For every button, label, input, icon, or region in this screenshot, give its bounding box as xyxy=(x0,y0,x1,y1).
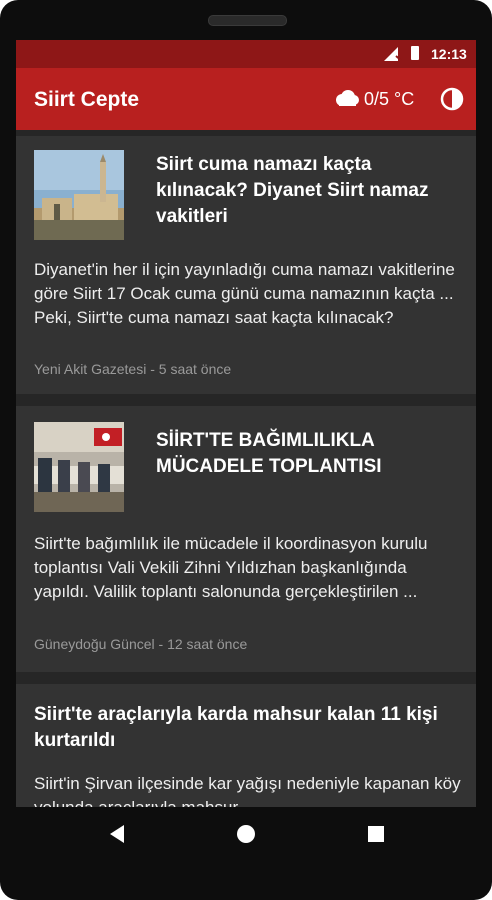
article-summary: Siirt'te bağımlılık ile mücadele il koor… xyxy=(34,534,428,601)
app-title: Siirt Cepte xyxy=(34,88,140,111)
theme-toggle-icon[interactable] xyxy=(440,87,464,111)
signal-icon xyxy=(384,47,402,61)
battery-icon xyxy=(411,46,419,60)
cloud-icon[interactable] xyxy=(334,89,360,107)
article-source-time: Yeni Akit Gazetesi - 5 saat önce xyxy=(34,361,232,377)
news-card[interactable]: Siirt'te araçlarıyla karda mahsur kalan … xyxy=(16,684,476,807)
article-thumbnail xyxy=(34,150,124,240)
back-icon[interactable] xyxy=(108,824,126,844)
screen: 12:13 Siirt Cepte 0/5 °C Siirt cuma nama… xyxy=(16,40,476,807)
navigation-bar xyxy=(0,807,492,862)
status-time: 12:13 xyxy=(431,46,467,62)
phone-frame: 12:13 Siirt Cepte 0/5 °C Siirt cuma nama… xyxy=(0,0,492,900)
earpiece-speaker xyxy=(208,15,287,26)
article-title[interactable]: Siirt cuma namazı kaçta kılınacak? Diyan… xyxy=(156,152,461,230)
article-summary: Diyanet'in her il için yayınladığı cuma … xyxy=(34,260,455,327)
news-card[interactable]: SİİRT'TE BAĞIMLILIKLA MÜCADELE TOPLANTIS… xyxy=(16,406,476,672)
article-summary: Siirt'in Şirvan ilçesinde kar yağışı ned… xyxy=(34,774,461,807)
recent-apps-icon[interactable] xyxy=(367,825,385,843)
article-title[interactable]: Siirt'te araçlarıyla karda mahsur kalan … xyxy=(34,702,454,754)
article-source-time: Güneydoğu Güncel - 12 saat önce xyxy=(34,636,248,652)
status-bar: 12:13 xyxy=(16,40,476,68)
news-card[interactable]: Siirt cuma namazı kaçta kılınacak? Diyan… xyxy=(16,136,476,394)
article-title[interactable]: SİİRT'TE BAĞIMLILIKLA MÜCADELE TOPLANTIS… xyxy=(156,428,461,480)
app-bar: Siirt Cepte 0/5 °C xyxy=(16,68,476,130)
article-thumbnail xyxy=(34,422,124,512)
weather-temperature[interactable]: 0/5 °C xyxy=(364,89,414,110)
home-icon[interactable] xyxy=(236,824,256,844)
